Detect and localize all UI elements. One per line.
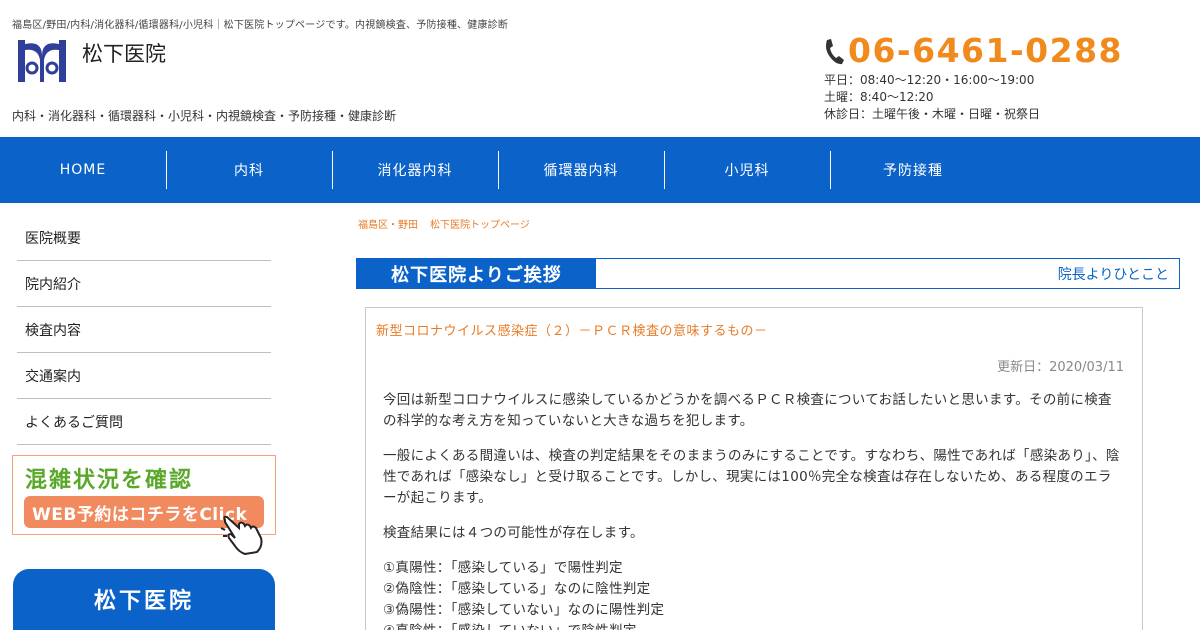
director-message-link[interactable]: 院長よりひとこと — [596, 259, 1179, 288]
possibility-item: ③偽陽性：「感染していない」なのに陽性判定 — [383, 602, 665, 618]
possibilities-list: ①真陽性：「感染している」で陽性判定 ②偽陰性：「感染している」なのに陰性判定 … — [383, 558, 1125, 630]
hours-closed: 休診日：土曜午後・木曜・日曜・祝祭日 — [824, 107, 1041, 121]
phone-contact[interactable]: 06-6461-0288 — [822, 34, 1123, 67]
sidebar-item-overview[interactable]: 医院概要 — [17, 215, 271, 261]
web-reservation-banner[interactable]: 混雑状況を確認 WEB予約はコチラをClick — [12, 455, 276, 556]
clinic-banner[interactable]: 松下医院 — [13, 569, 275, 630]
congestion-status-title: 混雑状況を確認 — [25, 468, 194, 493]
site-tagline: 福島区/野田/内科/消化器科/循環器科/小児科｜松下医院トップページです。内視鏡… — [12, 20, 509, 31]
phone-handset-icon — [826, 38, 844, 64]
departments-list: 内科・消化器科・循環器科・小児科・内視鏡検査・予防接種・健康診断 — [12, 109, 397, 123]
nav-gastroenterology[interactable]: 消化器内科 — [332, 137, 498, 203]
possibility-item: ④真陰性：「感染していない」で陰性判定 — [383, 621, 1125, 630]
nav-vaccination[interactable]: 予防接種 — [830, 137, 996, 203]
hours-weekday: 平日：08:40～12:20・16:00～19:00 — [824, 73, 1035, 87]
clinic-logo-icon[interactable] — [16, 38, 68, 84]
updated-date: 更新日：2020/03/11 — [997, 360, 1124, 375]
sidebar-item-examinations[interactable]: 検査内容 — [17, 307, 271, 353]
possibility-item: ①真陽性：「感染している」で陽性判定 — [383, 560, 623, 576]
pointing-hand-icon — [220, 515, 263, 556]
hours-saturday: 土曜：8:40～12:20 — [824, 90, 934, 104]
breadcrumb-current: 松下医院トップページ — [430, 220, 530, 231]
article-title[interactable]: 新型コロナウイルス感染症（２）－ＰＣＲ検査の意味するもの－ — [376, 320, 768, 339]
greeting-section-header: 松下医院よりご挨拶 院長よりひとこと — [356, 258, 1180, 289]
article-card: 新型コロナウイルス感染症（２）－ＰＣＲ検査の意味するもの－ 更新日：2020/0… — [365, 307, 1143, 630]
sidebar-item-facility[interactable]: 院内紹介 — [17, 261, 271, 307]
article-paragraph: 今回は新型コロナウイルスに感染しているかどうかを調べるＰＣＲ検査についてお話した… — [383, 392, 1112, 429]
phone-number[interactable]: 06-6461-0288 — [848, 34, 1123, 67]
article-paragraph: 検査結果には４つの可能性が存在します。 — [383, 525, 644, 541]
sidebar-item-faq[interactable]: よくあるご質問 — [17, 399, 271, 445]
nav-cardiology[interactable]: 循環器内科 — [498, 137, 664, 203]
clinic-banner-label: 松下医院 — [93, 589, 194, 614]
article-body: 今回は新型コロナウイルスに感染しているかどうかを調べるＰＣＲ検査についてお話した… — [383, 390, 1125, 630]
main-nav: HOME 内科 消化器内科 循環器内科 小児科 予防接種 — [0, 137, 1200, 203]
nav-pediatrics[interactable]: 小児科 — [664, 137, 830, 203]
article-paragraph: 一般によくある間違いは、検査の判定結果をそのままうのみにすることです。すなわち、… — [383, 448, 1120, 506]
clinic-name[interactable]: 松下医院 — [82, 38, 166, 68]
section-title: 松下医院よりご挨拶 — [357, 259, 596, 288]
clinic-hours: 平日：08:40～12:20・16:00～19:00 土曜：8:40～12:20… — [824, 72, 1040, 123]
nav-home[interactable]: HOME — [0, 137, 166, 203]
possibility-item: ②偽陰性：「感染している」なのに陰性判定 — [383, 581, 651, 597]
breadcrumb: 福島区・野田 松下医院トップページ — [358, 216, 530, 231]
breadcrumb-area[interactable]: 福島区・野田 — [358, 220, 418, 231]
nav-internal-medicine[interactable]: 内科 — [166, 137, 332, 203]
sidebar-menu: 医院概要 院内紹介 検査内容 交通案内 よくあるご質問 — [17, 215, 271, 445]
sidebar-item-access[interactable]: 交通案内 — [17, 353, 271, 399]
